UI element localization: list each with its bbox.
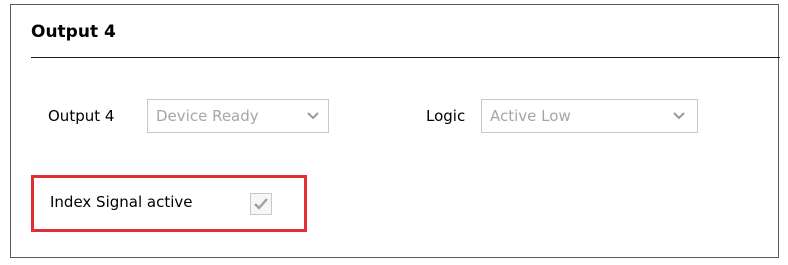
output-4-selected-value: Device Ready [156,107,259,125]
logic-select[interactable]: Active Low [481,99,698,133]
index-signal-checkbox[interactable] [250,193,272,215]
logic-selected-value: Active Low [490,107,571,125]
output-4-label: Output 4 [48,107,115,125]
header-divider [31,57,780,58]
checkmark-icon [254,198,268,210]
logic-label: Logic [426,107,466,125]
output-4-select[interactable]: Device Ready [147,99,329,133]
chevron-down-icon [673,112,685,120]
index-signal-label: Index Signal active [50,193,193,211]
panel-title: Output 4 [31,22,116,42]
chevron-down-icon [307,112,319,120]
